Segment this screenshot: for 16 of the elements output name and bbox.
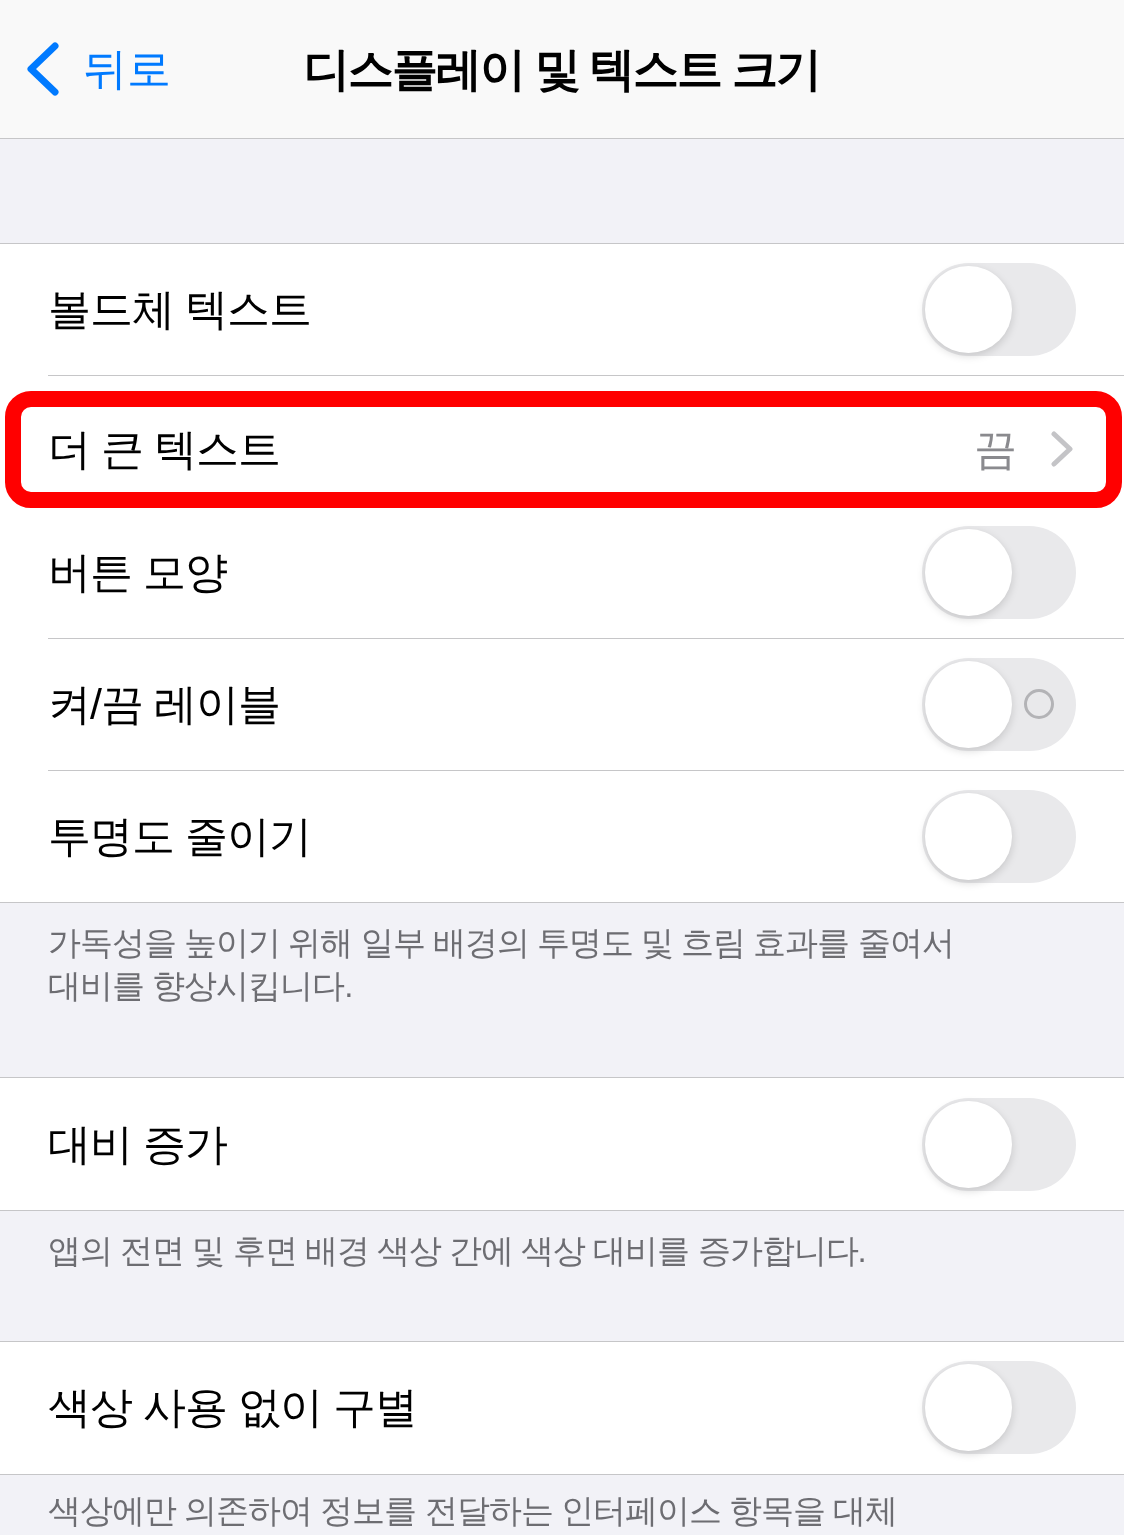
chevron-right-icon bbox=[1051, 431, 1073, 468]
back-chevron-icon bbox=[25, 42, 59, 96]
footer-note: 색상에만 의존하여 정보를 전달하는 인터페이스 항목을 대체 bbox=[48, 1490, 898, 1531]
disclosure-row[interactable]: 더 큰 텍스트 끔 bbox=[5, 390, 1122, 508]
setting-label: 더 큰 텍스트 bbox=[48, 427, 280, 471]
footer-note: 앱의 전면 및 후면 배경 색상 간에 색상 대비를 증가합니다. bbox=[48, 1230, 867, 1271]
setting-label: 볼드체 텍스트 bbox=[48, 287, 311, 331]
back-button[interactable]: 뒤로 bbox=[25, 42, 171, 96]
setting-label: 켜/끔 레이블 bbox=[48, 683, 280, 726]
page-title: 디스플레이 및 텍스트 크기 bbox=[303, 46, 821, 92]
footer-note: 가독성을 높이기 위해 일부 배경의 투명도 및 흐림 효과를 줄여서 대비를 향상시킵니다. bbox=[48, 923, 955, 1007]
setting-label: 색상 사용 없이 구별 bbox=[48, 1386, 417, 1430]
setting-label: 버튼 모양 bbox=[48, 551, 227, 595]
setting-label: 투명도 줄이기 bbox=[48, 815, 311, 859]
setting-value: 끔 bbox=[974, 427, 1017, 471]
setting-label: 대비 증가 bbox=[48, 1122, 227, 1166]
